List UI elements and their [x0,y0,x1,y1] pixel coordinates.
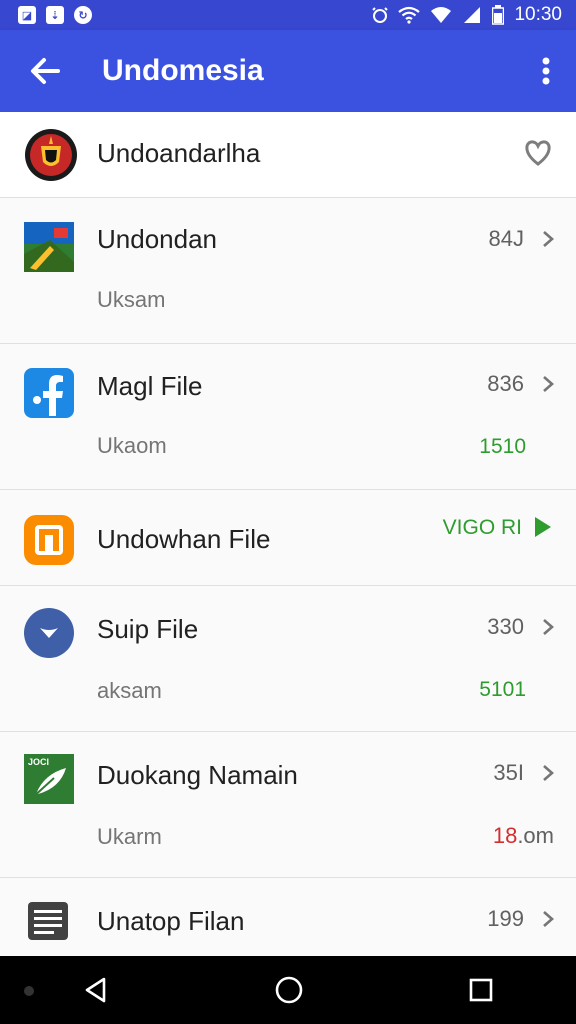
download-icon: ⇣ [46,6,64,24]
list-item-subtitle: Ukaom [97,433,167,458]
more-vert-icon [542,57,550,85]
navigation-bar [0,956,576,1024]
list-item-value: 1510 [479,435,526,458]
status-bar: ◪ ⇣ ↻ 10:30 [0,0,576,30]
app-bar: Undomesia [0,30,576,112]
list-item-count: 35I [493,760,524,785]
arrow-left-icon [31,58,60,84]
list-item-subtitle: aksam [97,678,162,703]
list-item-title: Undoandarlha [97,138,261,168]
nav-indicator-dot [24,986,34,996]
overflow-menu-button[interactable] [516,30,576,112]
list-item[interactable]: Unatop Filan 199 [0,878,576,958]
list-item[interactable]: Undoandarlha [0,112,576,198]
sync-icon: ↻ [74,6,92,24]
chevron-right-icon [543,619,554,635]
image-icon: ◪ [18,6,36,24]
clock: 10:30 [514,4,562,25]
battery-icon [492,5,505,25]
document-app-icon [28,902,68,940]
chevron-right-icon [543,911,554,927]
list-item-title: Magl File [97,371,203,401]
list-item-count: 199 [487,906,524,931]
list-item-count: 330 [487,614,524,639]
list-item-subtitle: Ukarm [97,824,162,849]
orange-app-icon [24,515,74,565]
list-item[interactable]: Suip File aksam 330 5101 [0,586,576,732]
action-label[interactable]: VIGO RI [443,516,522,540]
value-suffix: .om [517,823,554,848]
list-item-title: Undondan [97,224,217,254]
list-item-value: 5101 [479,678,526,701]
list-item-subtitle: Uksam [97,287,166,312]
list-item-count: 836 [487,371,524,396]
list-item-title: Undowhan Filе [97,524,271,554]
cell-signal-icon [464,7,481,23]
file-list: Undoandarlha Undondan Uksam 84J Magl Fil… [0,112,576,958]
list-item-count: 84J [488,226,524,251]
photo-app-icon [24,222,74,272]
list-item-title: Unatop Filan [97,906,245,936]
list-item[interactable]: Undondan Uksam 84J [0,198,576,344]
wifi-icon [398,6,421,24]
facebook-icon [24,368,74,418]
nav-back-icon[interactable] [82,976,110,1004]
alarm-icon [372,7,389,23]
page-title: Undomesia [102,54,264,87]
chevron-right-icon [543,231,554,247]
list-item[interactable]: Undowhan Filе VIGO RI [0,490,576,586]
list-item[interactable]: Magl File Ukaom 836 1510 [0,344,576,490]
shield-app-icon [24,608,74,658]
emblem-icon [25,129,77,181]
list-item-title: Suip File [97,614,199,644]
nav-home-icon[interactable] [274,975,304,1005]
signal-wifi-icon [431,7,452,23]
leaf-app-icon: JOCI [24,754,74,804]
chevron-right-icon [543,765,554,781]
list-item[interactable]: JOCI Duokang Namain Ukarm 35I 18.om [0,732,576,878]
value-prefix: 18 [492,823,518,848]
list-item-title: Duokang Namain [97,760,298,790]
back-button[interactable] [0,30,90,112]
list-item-value: 18.om [493,823,554,849]
play-icon[interactable] [534,516,552,538]
chevron-right-icon [543,376,554,392]
nav-recents-icon[interactable] [468,977,494,1003]
heart-icon[interactable] [524,140,552,166]
